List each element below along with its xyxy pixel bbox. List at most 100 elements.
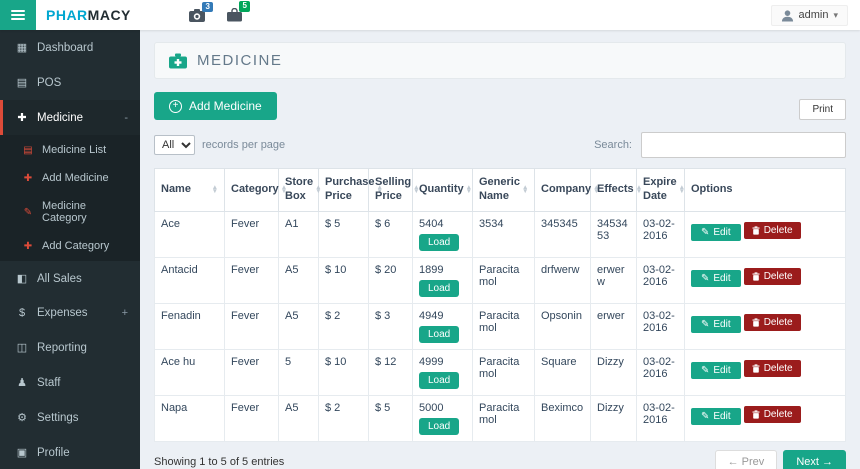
load-button[interactable]: Load — [419, 233, 460, 251]
trash-icon — [752, 271, 760, 281]
load-button[interactable]: Load — [419, 279, 460, 297]
sidebar-menu: ▦ Dashboard ▤ POS ✚ Medicine - ▤ Medicine List ✚ A… — [0, 30, 140, 469]
medicine-table: Name ▲ ▼ Category ▲ ▼ Store Box ▲ ▼ Purchase Pric… — [154, 168, 846, 442]
sidebar-toggle-button[interactable] — [0, 0, 36, 30]
quantity-value: 1899 — [419, 263, 444, 276]
edit-button[interactable]: ✎ Edit — [691, 223, 741, 241]
medicine-box-icon — [169, 53, 187, 68]
sidebar-item-medicine[interactable]: ✚ Medicine - — [0, 100, 140, 135]
column-header-effects[interactable]: Effects ▲ ▼ — [590, 168, 642, 212]
cell-purchase-price: $ 2 — [318, 394, 369, 442]
prev-page-button[interactable]: ← Prev — [714, 449, 778, 469]
page-header: MEDICINE — [154, 42, 846, 79]
trash-icon — [752, 225, 760, 235]
cell-quantity: 1899 Load — [412, 256, 473, 304]
cell-store-box: A5 — [278, 394, 319, 442]
table-row: Fenadin Fever A5 $ 2 $ 3 4949 Load Paraci… — [154, 302, 846, 350]
delete-button[interactable]: Delete — [743, 313, 801, 331]
cell-category: Fever — [224, 348, 279, 396]
edit-button[interactable]: ✎ Edit — [691, 407, 741, 425]
cell-name: Ace — [154, 210, 225, 258]
user-avatar-icon — [781, 9, 793, 21]
edit-button[interactable]: ✎ Edit — [691, 361, 741, 379]
column-label: Quantity — [419, 182, 464, 195]
sidebar-subitem-medicine-list[interactable]: ▤ Medicine List — [0, 136, 140, 164]
sidebar-item-reporting[interactable]: ◫ Reporting — [0, 330, 140, 365]
delete-button[interactable]: Delete — [743, 405, 801, 423]
sidebar-item-profile[interactable]: ▣ Profile — [0, 435, 140, 469]
add-medicine-button[interactable]: + Add Medicine — [154, 92, 277, 120]
delete-button[interactable]: Delete — [743, 359, 801, 377]
table-controls: All records per page Search: — [154, 132, 846, 158]
plus-icon: ✚ — [23, 240, 33, 252]
cell-expire-date: 03-02-2016 — [636, 394, 685, 442]
sort-icon: ▲ ▼ — [315, 183, 322, 195]
column-header-company[interactable]: Company ▲ ▼ — [534, 168, 600, 212]
column-label: Company — [541, 182, 592, 195]
quantity-value: 5404 — [419, 217, 444, 230]
next-page-button[interactable]: Next → — [783, 449, 846, 469]
edit-button[interactable]: ✎ Edit — [691, 315, 741, 333]
cell-generic-name: Paracitamol — [472, 394, 535, 442]
column-header-expire-date[interactable]: Expire Date ▲ ▼ — [636, 168, 686, 212]
cell-category: Fever — [224, 394, 279, 442]
sidebar-subitem-label: Medicine Category — [42, 200, 87, 224]
column-header-name[interactable]: Name ▲ ▼ — [154, 168, 225, 212]
pos-icon: ▤ — [16, 77, 28, 89]
cell-quantity: 5000 Load — [412, 394, 473, 442]
sidebar-item-pos[interactable]: ▤ POS — [0, 65, 140, 100]
sidebar-item-label: Dashboard — [37, 41, 94, 54]
records-per-page-select[interactable]: All — [154, 135, 195, 155]
sidebar-item-expenses[interactable]: $ Expenses + — [0, 296, 140, 330]
cell-options: ✎ Edit Delete — [684, 256, 846, 304]
search-input[interactable] — [641, 132, 846, 158]
cell-options: ✎ Edit Delete — [684, 210, 846, 258]
cell-store-box: A5 — [278, 302, 319, 350]
column-label: Selling Price — [375, 176, 412, 202]
sidebar-item-dashboard[interactable]: ▦ Dashboard — [0, 30, 140, 65]
staff-icon: ♟ — [17, 377, 27, 389]
cell-generic-name: Paracitamol — [472, 256, 535, 304]
sidebar-subitem-medicine-category[interactable]: ✎ Medicine Category — [0, 192, 140, 232]
column-header-purchase-price[interactable]: Purchase Price ▲ ▼ — [318, 168, 383, 212]
cell-generic-name: 3534 — [472, 210, 535, 258]
showing-entries-text: Showing 1 to 5 of 5 entries — [154, 455, 285, 468]
cell-company: drfwerw — [534, 256, 591, 304]
sidebar-item-all-sales[interactable]: ◧ All Sales — [0, 261, 140, 296]
notification-camera-icon[interactable]: 3 — [188, 1, 213, 22]
column-header-selling-price[interactable]: Selling Price ▲ ▼ — [368, 168, 420, 212]
load-button[interactable]: Load — [419, 325, 460, 343]
column-header-generic-name[interactable]: Generic Name ▲ ▼ — [472, 168, 535, 212]
sidebar-subitem-add-medicine[interactable]: ✚ Add Medicine — [0, 164, 140, 192]
sidebar-item-staff[interactable]: ♟ Staff — [0, 365, 140, 400]
cell-expire-date: 03-02-2016 — [636, 348, 685, 396]
column-header-category[interactable]: Category ▲ ▼ — [224, 168, 287, 212]
cell-store-box: A5 — [278, 256, 319, 304]
cell-company: 345345 — [534, 210, 591, 258]
sort-icon: ▲ ▼ — [521, 183, 529, 195]
load-button[interactable]: Load — [419, 417, 460, 435]
plus-icon: ✚ — [23, 172, 33, 184]
sidebar-subitem-label: Medicine List — [42, 144, 107, 156]
expand-icon: + — [121, 307, 128, 319]
notification-bag-icon[interactable]: 5 — [226, 1, 250, 22]
cell-selling-price: $ 3 — [368, 302, 413, 350]
sales-icon: ◧ — [16, 273, 28, 285]
cell-company: Square — [534, 348, 591, 396]
column-label: Store Box — [285, 176, 314, 202]
sidebar-item-label: All Sales — [37, 272, 82, 285]
print-button[interactable]: Print — [799, 99, 846, 120]
sidebar-item-settings[interactable]: ⚙ Settings — [0, 400, 140, 435]
column-label: Options — [691, 182, 733, 195]
column-header-store-box[interactable]: Store Box ▲ ▼ — [278, 168, 322, 212]
sort-icon: ▲ ▼ — [678, 183, 686, 195]
load-button[interactable]: Load — [419, 371, 460, 389]
sidebar-subitem-add-category[interactable]: ✚ Add Category — [0, 232, 140, 260]
delete-button[interactable]: Delete — [743, 267, 801, 285]
delete-button[interactable]: Delete — [743, 221, 801, 239]
cell-purchase-price: $ 2 — [318, 302, 369, 350]
edit-button[interactable]: ✎ Edit — [691, 269, 741, 287]
user-menu[interactable]: admin ▾ — [770, 4, 848, 26]
column-header-quantity[interactable]: Quantity ▲ ▼ — [412, 168, 473, 212]
pencil-icon: ✎ — [701, 318, 710, 330]
